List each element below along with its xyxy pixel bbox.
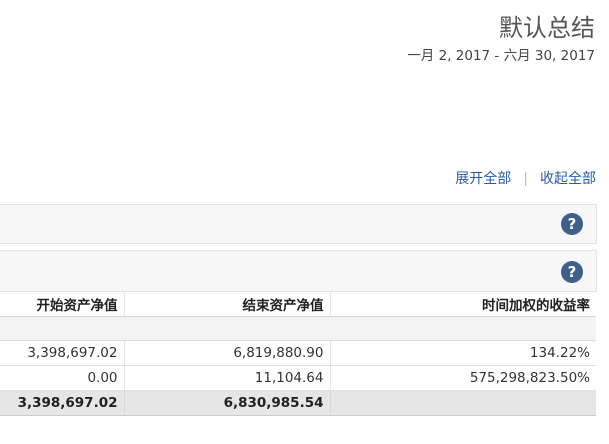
total-cell: 6,830,985.54 (124, 390, 331, 416)
table-cell: 0.00 (0, 365, 125, 391)
nav-summary-table: 开始资产净值 结束资产净值 时间加权的收益率 3,398,697.02 6,81… (0, 291, 596, 416)
table-cell: 134.22% (330, 340, 596, 366)
help-icon[interactable]: ? (561, 213, 583, 235)
column-header-start-nav[interactable]: 开始资产净值 (0, 291, 125, 317)
table-cell: 6,819,880.90 (124, 340, 331, 366)
table-cell: 11,104.64 (124, 365, 331, 391)
section-header-panel[interactable]: ? (0, 250, 597, 292)
total-cell: 3,398,697.02 (0, 390, 125, 416)
expand-collapse-links: 展开全部 | 收起全部 (455, 170, 596, 188)
report-title: 默认总结 (499, 14, 595, 42)
column-header-twr[interactable]: 时间加权的收益率 (330, 291, 596, 317)
help-icon[interactable]: ? (561, 261, 583, 283)
column-header-end-nav[interactable]: 结束资产净值 (124, 291, 331, 317)
collapse-all-link[interactable]: 收起全部 (540, 171, 596, 187)
table-cell: 3,398,697.02 (0, 340, 125, 366)
total-cell (330, 390, 596, 416)
table-cell (330, 316, 596, 341)
table-group-row (0, 316, 596, 341)
report-date-range: 一月 2, 2017 - 六月 30, 2017 (407, 48, 595, 64)
table-cell (124, 316, 330, 341)
table-cell: 575,298,823.50% (330, 365, 596, 391)
expand-all-link[interactable]: 展开全部 (455, 171, 511, 187)
table-header-row: 开始资产净值 结束资产净值 时间加权的收益率 (0, 291, 596, 317)
table-total-row: 3,398,697.02 6,830,985.54 (0, 390, 596, 416)
table-cell (0, 316, 124, 341)
link-separator: | (523, 171, 528, 187)
section-header-panel[interactable]: ? (0, 204, 597, 244)
table-row: 0.00 11,104.64 575,298,823.50% (0, 365, 596, 391)
table-row: 3,398,697.02 6,819,880.90 134.22% (0, 340, 596, 366)
